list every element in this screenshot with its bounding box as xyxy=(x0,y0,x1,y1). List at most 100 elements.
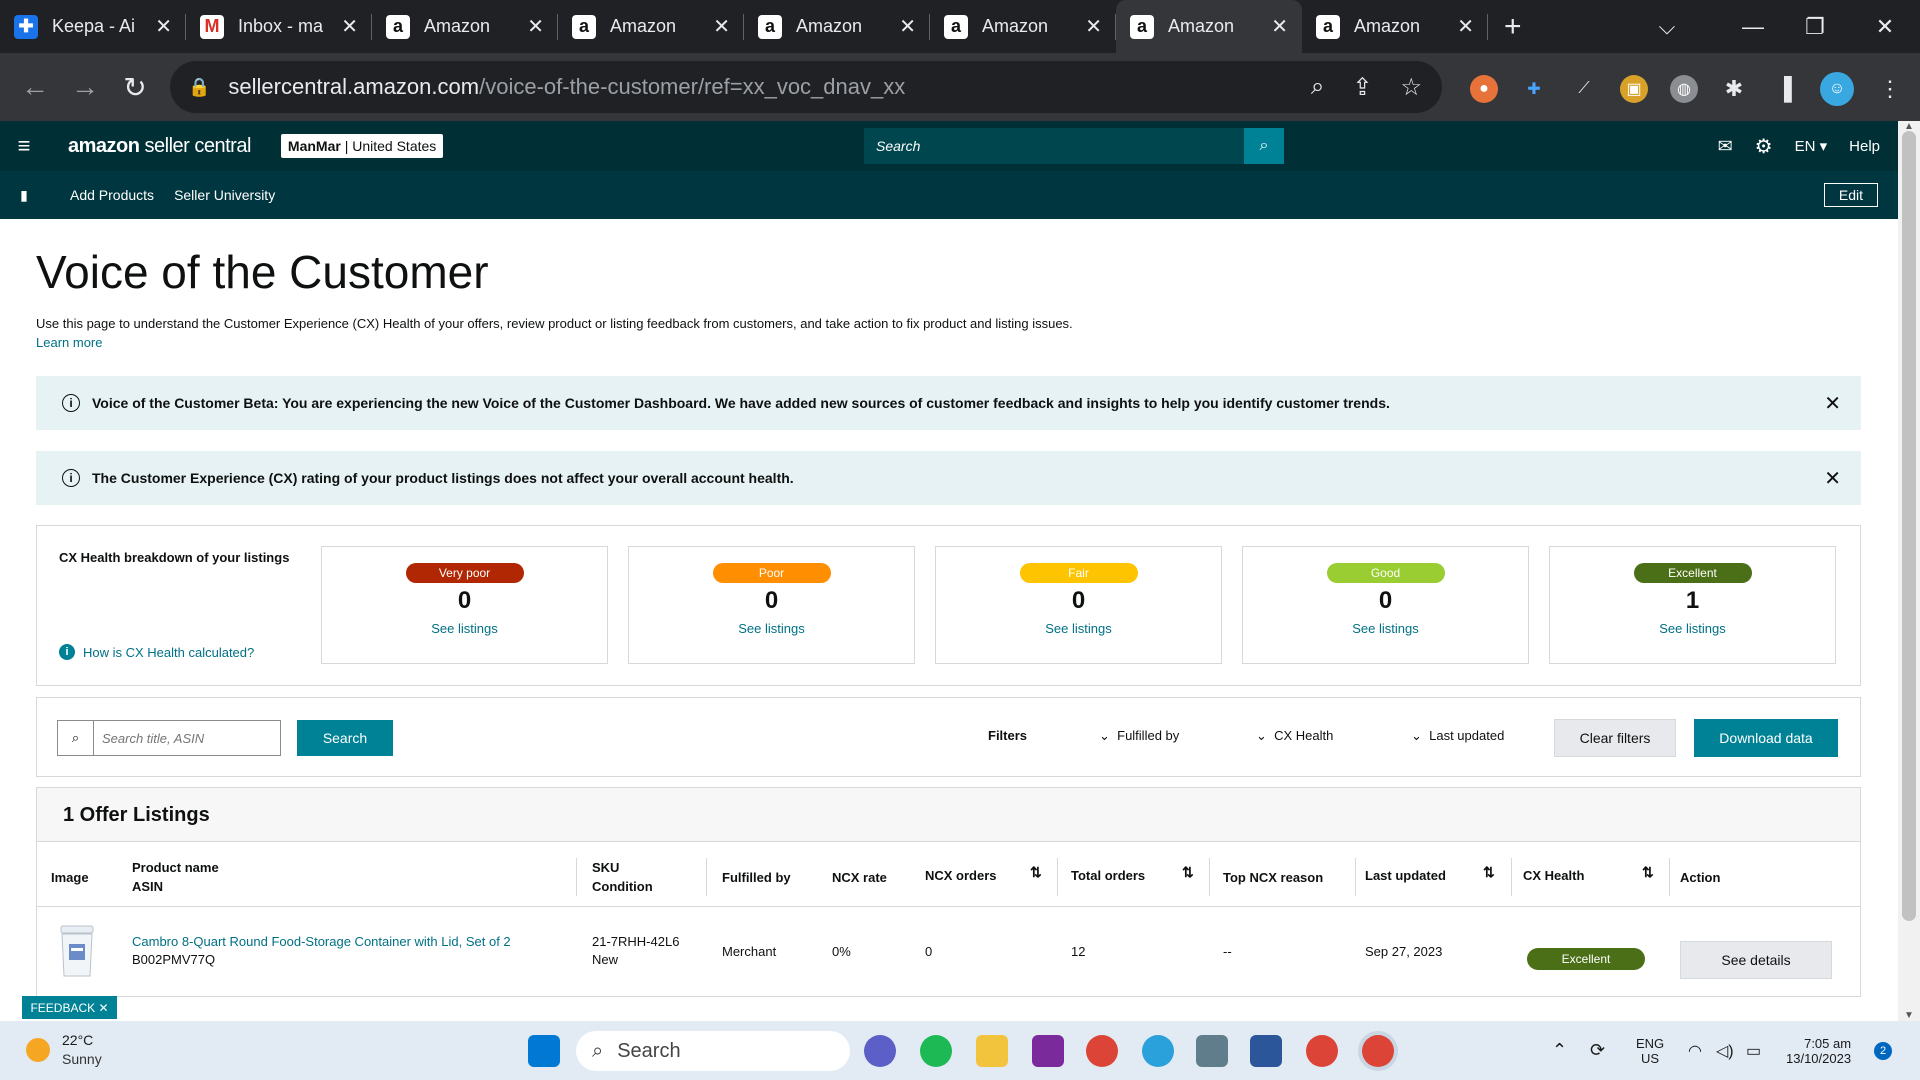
close-tab-icon[interactable]: ✕ xyxy=(1457,14,1474,39)
sort-icon[interactable]: ⇅ xyxy=(1182,864,1194,881)
learn-more-link[interactable]: Learn more xyxy=(36,335,102,350)
address-bar[interactable]: 🔒 sellercentral.amazon.com/voice-of-the-… xyxy=(170,61,1442,113)
browser-tab[interactable]: a Amazon ✕ xyxy=(1302,0,1488,53)
header-search-input[interactable] xyxy=(864,128,1244,164)
taskbar-search[interactable]: ⌕ Search xyxy=(576,1031,850,1071)
close-tab-icon[interactable]: ✕ xyxy=(155,14,172,39)
extension-icon-1[interactable]: ● xyxy=(1470,75,1498,103)
calculator-icon[interactable] xyxy=(1196,1035,1228,1067)
close-tab-icon[interactable]: ✕ xyxy=(527,14,544,39)
cx-health-help-link[interactable]: i How is CX Health calculated? xyxy=(59,644,254,660)
see-listings-link[interactable]: See listings xyxy=(936,621,1221,636)
nav-add-products[interactable]: Add Products xyxy=(70,187,154,203)
edit-nav-button[interactable]: Edit xyxy=(1823,183,1878,207)
restore-button[interactable]: ❐ xyxy=(1784,0,1846,53)
spotify-icon[interactable] xyxy=(920,1035,952,1067)
new-tab-icon[interactable]: + xyxy=(1504,10,1522,44)
file-explorer-icon[interactable] xyxy=(976,1035,1008,1067)
browser-tab[interactable]: a Amazon ✕ xyxy=(558,0,744,53)
see-listings-link[interactable]: See listings xyxy=(629,621,914,636)
close-icon[interactable]: ✕ xyxy=(98,1001,108,1015)
onenote-icon[interactable] xyxy=(1032,1035,1064,1067)
chrome-profile-icon[interactable] xyxy=(1306,1035,1338,1067)
notification-badge[interactable]: 2 xyxy=(1874,1021,1892,1080)
sort-icon[interactable]: ⇅ xyxy=(1642,864,1654,881)
help-link[interactable]: Help xyxy=(1849,138,1880,155)
chrome-icon[interactable] xyxy=(1086,1035,1118,1067)
scrollbar-thumb[interactable] xyxy=(1902,131,1916,921)
close-tab-icon[interactable]: ✕ xyxy=(713,14,730,39)
col-total-orders[interactable]: Total orders xyxy=(1071,866,1145,885)
keepa-extension-icon[interactable]: ✚ xyxy=(1520,75,1548,103)
extension-icon-4[interactable]: ▣ xyxy=(1620,75,1648,103)
tray-overflow-icon[interactable]: ⌃ xyxy=(1552,1021,1567,1080)
cx-health-filter[interactable]: ⌄ CX Health xyxy=(1256,728,1333,744)
close-icon[interactable]: ✕ xyxy=(1824,466,1841,491)
see-listings-link[interactable]: See listings xyxy=(1550,621,1835,636)
close-icon[interactable]: ✕ xyxy=(1824,391,1841,416)
col-cx-health[interactable]: CX Health xyxy=(1523,866,1584,885)
clear-filters-button[interactable]: Clear filters xyxy=(1554,719,1676,757)
fulfilled-by-filter[interactable]: ⌄ Fulfilled by xyxy=(1099,728,1179,744)
col-ncx-orders[interactable]: NCX orders xyxy=(925,866,997,885)
page-scrollbar[interactable]: ▲ ▼ xyxy=(1898,121,1920,1021)
browser-tab[interactable]: ✚ Keepa - Ai ✕ xyxy=(0,0,186,53)
volume-icon[interactable]: ◁) xyxy=(1716,1021,1734,1080)
listing-search-button[interactable]: Search xyxy=(297,720,393,756)
clock[interactable]: 7:05 am 13/10/2023 xyxy=(1786,1021,1851,1080)
listing-search-input[interactable] xyxy=(94,722,280,754)
hamburger-menu-icon[interactable]: ≡ xyxy=(0,133,48,159)
see-listings-link[interactable]: See listings xyxy=(1243,621,1528,636)
language-selector[interactable]: EN ▾ xyxy=(1795,137,1828,155)
close-tab-icon[interactable]: ✕ xyxy=(1085,14,1102,39)
bookmark-icon[interactable]: ▮ xyxy=(0,187,48,204)
browser-tab[interactable]: a Amazon ✕ xyxy=(930,0,1116,53)
close-tab-icon[interactable]: ✕ xyxy=(899,14,916,39)
language-indicator[interactable]: ENG US xyxy=(1636,1021,1664,1080)
product-thumbnail[interactable] xyxy=(57,924,97,980)
mail-icon[interactable]: ✉ xyxy=(1718,136,1733,157)
sort-icon[interactable]: ⇅ xyxy=(1483,864,1495,881)
sort-icon[interactable]: ⇅ xyxy=(1030,864,1042,881)
see-listings-link[interactable]: See listings xyxy=(322,621,607,636)
see-details-button[interactable]: See details xyxy=(1680,941,1832,979)
close-tab-icon[interactable]: ✕ xyxy=(1271,14,1288,39)
extension-icon-3[interactable]: ⟋ xyxy=(1570,75,1598,103)
col-last-updated[interactable]: Last updated xyxy=(1365,866,1446,885)
browser-tab[interactable]: M Inbox - ma ✕ xyxy=(186,0,372,53)
product-name-link[interactable]: Cambro 8-Quart Round Food-Storage Contai… xyxy=(132,933,511,951)
globe-extension-icon[interactable]: ◍ xyxy=(1670,75,1698,103)
back-button[interactable]: ← xyxy=(10,71,60,103)
windows-start-icon[interactable] xyxy=(528,1035,560,1067)
battery-icon[interactable]: ▭ xyxy=(1746,1021,1761,1080)
header-search-button[interactable]: ⌕ xyxy=(1244,128,1284,164)
reload-button[interactable]: ↻ xyxy=(110,71,160,104)
browser-tab[interactable]: a Amazon ✕ xyxy=(744,0,930,53)
weather-widget[interactable]: 22°C Sunny xyxy=(26,1031,102,1069)
profile-avatar[interactable]: ☺ xyxy=(1820,72,1854,106)
tab-search-chevron-icon[interactable]: ⌵ xyxy=(1636,0,1698,53)
browser-tab[interactable]: a Amazon ✕ xyxy=(1116,0,1302,53)
puzzle-extensions-icon[interactable]: ✱ xyxy=(1720,75,1748,103)
sync-icon[interactable]: ⟳ xyxy=(1590,1021,1605,1080)
share-icon[interactable]: ⇪ xyxy=(1352,73,1372,102)
minimize-button[interactable]: — xyxy=(1722,0,1784,53)
download-data-button[interactable]: Download data xyxy=(1694,719,1838,757)
bookmark-star-icon[interactable]: ☆ xyxy=(1400,73,1422,102)
nav-seller-university[interactable]: Seller University xyxy=(174,187,275,203)
teams-chat-icon[interactable] xyxy=(864,1035,896,1067)
wifi-icon[interactable]: ◠ xyxy=(1688,1021,1702,1080)
chrome-active-icon[interactable] xyxy=(1362,1035,1394,1067)
notepad-icon[interactable] xyxy=(1250,1035,1282,1067)
zoom-icon[interactable]: ⌕ xyxy=(1311,73,1324,102)
browser-tab[interactable]: a Amazon ✕ xyxy=(372,0,558,53)
forward-button[interactable]: → xyxy=(60,71,110,103)
seller-central-logo[interactable]: amazon seller central xyxy=(68,135,251,158)
last-updated-filter[interactable]: ⌄ Last updated xyxy=(1411,728,1504,744)
account-switcher[interactable]: ManMar | United States xyxy=(280,134,444,158)
settings-gear-icon[interactable]: ⚙ xyxy=(1755,134,1773,159)
feedback-button[interactable]: FEEDBACK ✕ xyxy=(22,996,117,1019)
close-tab-icon[interactable]: ✕ xyxy=(341,14,358,39)
scroll-up-icon[interactable]: ▲ xyxy=(1904,121,1914,132)
browser-menu-icon[interactable]: ⋮ xyxy=(1876,75,1904,103)
